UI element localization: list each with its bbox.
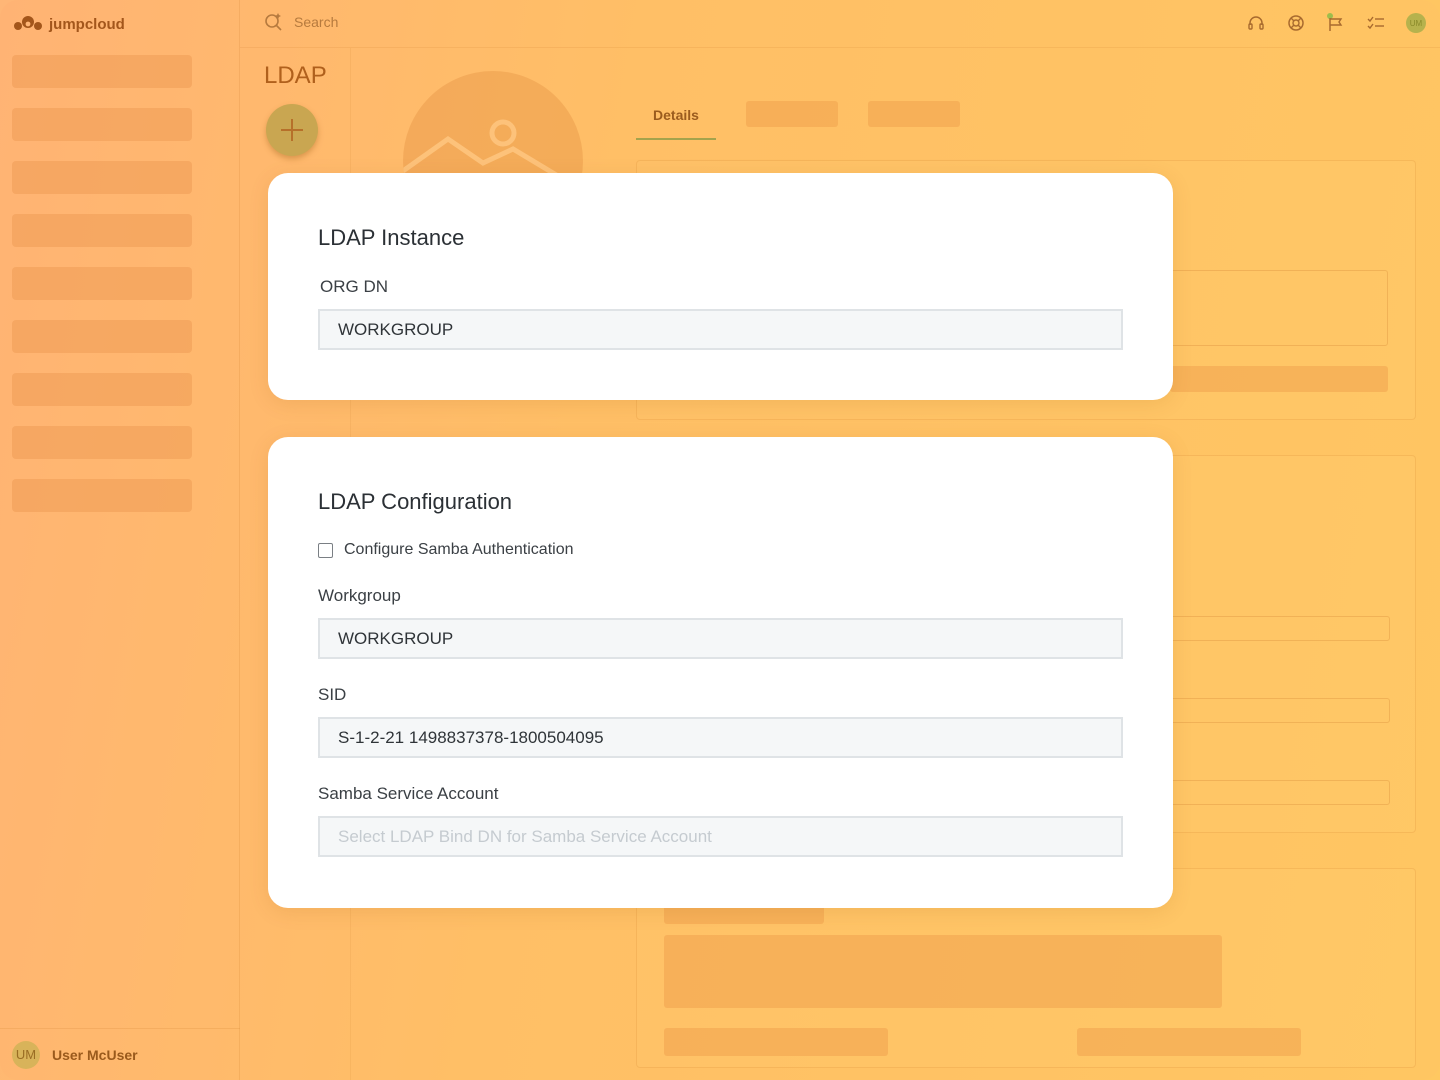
sid-label: SID — [318, 685, 347, 704]
sidebar-item[interactable] — [12, 267, 192, 300]
header-avatar[interactable]: UM — [1406, 13, 1426, 33]
sidebar-item[interactable] — [12, 479, 192, 512]
sidebar-item[interactable] — [12, 161, 192, 194]
top-bar: Search UM — [240, 0, 1440, 48]
samba-auth-checkbox-row[interactable]: Configure Samba Authentication — [318, 541, 573, 559]
sidebar-item[interactable] — [12, 426, 192, 459]
avatar: UM — [12, 1040, 40, 1069]
ldap-instance-card: LDAP Instance ORG DN WORKGROUP — [268, 173, 1173, 400]
tab-details[interactable]: Details — [636, 98, 716, 140]
plus-icon — [281, 119, 303, 141]
background-block — [664, 1028, 888, 1056]
user-name: User McUser — [52, 1046, 138, 1063]
samba-auth-checkbox[interactable] — [318, 542, 333, 558]
sidebar-item[interactable] — [12, 373, 192, 406]
background-block — [1170, 366, 1388, 392]
tab-placeholder[interactable] — [746, 101, 838, 127]
headset-icon[interactable] — [1246, 13, 1266, 33]
sidebar-item[interactable] — [12, 55, 192, 88]
cloud-logo-icon — [14, 16, 42, 30]
app-frame: jumpcloud UM User McUser Search UM LDAP … — [0, 0, 1440, 1080]
org-dn-field[interactable]: WORKGROUP — [318, 309, 1123, 350]
card-title: LDAP Configuration — [318, 489, 513, 514]
sidebar-user-menu[interactable]: UM User McUser — [0, 1028, 240, 1080]
samba-service-account-label: Samba Service Account — [318, 784, 499, 803]
samba-service-account-select[interactable]: Select LDAP Bind DN for Samba Service Ac… — [318, 816, 1123, 857]
tab-bar: Details — [636, 98, 960, 140]
sidebar-item[interactable] — [12, 108, 192, 141]
search-placeholder: Search — [294, 14, 339, 30]
add-button[interactable] — [266, 104, 318, 156]
sidebar-item[interactable] — [12, 214, 192, 247]
tab-placeholder[interactable] — [868, 101, 960, 127]
sid-field[interactable]: S-1-2-21 1498837378-1800504095 — [318, 717, 1123, 758]
background-field — [1170, 616, 1390, 641]
background-field — [1170, 270, 1388, 346]
workgroup-label: Workgroup — [318, 586, 401, 605]
flag-icon[interactable] — [1326, 13, 1346, 33]
page-title: LDAP — [264, 62, 327, 89]
checklist-icon[interactable] — [1366, 13, 1386, 33]
background-field — [1170, 698, 1390, 723]
brand-logo[interactable]: jumpcloud — [12, 12, 125, 36]
background-field — [1170, 780, 1390, 805]
sidebar-item[interactable] — [12, 320, 192, 353]
search-icon — [265, 13, 282, 31]
workgroup-field[interactable]: WORKGROUP — [318, 618, 1123, 659]
org-dn-label: ORG DN — [320, 277, 388, 296]
background-block — [664, 935, 1222, 1008]
samba-auth-label: Configure Samba Authentication — [344, 541, 574, 558]
header-actions: UM — [1246, 13, 1426, 33]
sidebar: jumpcloud UM User McUser — [0, 0, 240, 1080]
background-block — [1077, 1028, 1301, 1056]
ldap-configuration-card: LDAP Configuration Configure Samba Authe… — [268, 437, 1173, 908]
card-title: LDAP Instance — [318, 225, 465, 250]
brand-name: jumpcloud — [49, 15, 125, 33]
search-input[interactable]: Search — [264, 12, 338, 32]
help-wheel-icon[interactable] — [1286, 13, 1306, 33]
